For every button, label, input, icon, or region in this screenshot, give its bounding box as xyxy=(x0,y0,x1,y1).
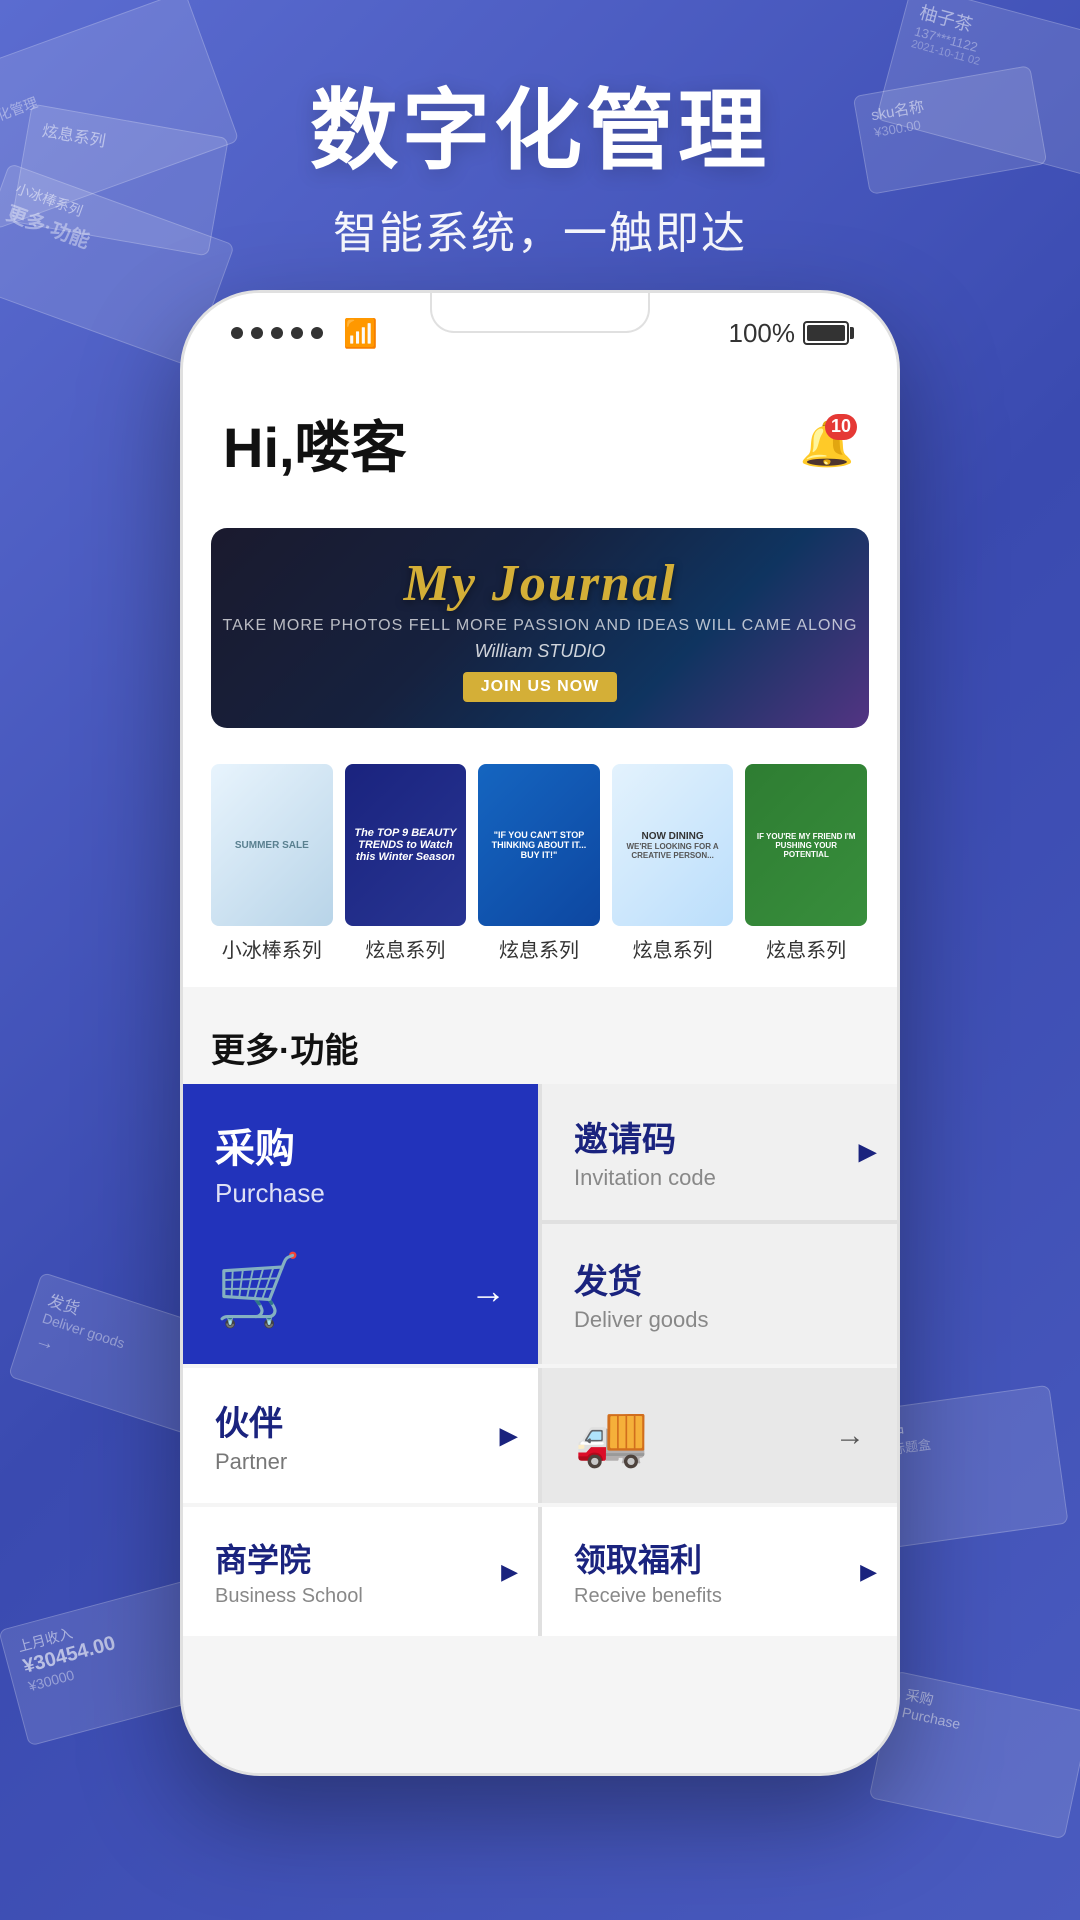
invitation-code-cell[interactable]: 邀请码 Invitation code ▶ xyxy=(542,1084,897,1220)
partner-row-grid: 伙伴 Partner ▶ 🚚 → xyxy=(183,1368,897,1503)
series-item-3[interactable]: "IF YOU CAN'T STOP THINKING ABOUT IT... … xyxy=(478,764,600,963)
cart-icon: 🛒 xyxy=(215,1250,302,1332)
more-features-section: 更多·功能 采购 Purchase 🛒 → xyxy=(183,1007,897,1636)
signal-dots xyxy=(231,327,323,339)
feature-main-grid: 采购 Purchase 🛒 → 邀请码 Invitation code ▶ xyxy=(183,1084,897,1364)
battery-indicator: 100% xyxy=(729,318,850,349)
hero-title: 数字化管理 xyxy=(0,60,1080,187)
purchase-zh-label: 采购 xyxy=(215,1116,506,1174)
series-thumb-2: The TOP 9 BEAUTY TRENDS to Watch this Wi… xyxy=(345,764,467,926)
series-thumb-1: SUMMER SALE xyxy=(211,764,333,926)
deliver-icon-cell[interactable]: 🚚 → xyxy=(542,1368,897,1503)
phone-mockup: 📶 100% Hi,喽客 🔔 10 xyxy=(180,290,900,1776)
deliver-cell[interactable]: 发货 Deliver goods xyxy=(542,1224,897,1365)
banner-tagline: TAKE MORE PHOTOS FELL MORE PASSION AND I… xyxy=(223,617,858,635)
hero-section: 数字化管理 智能系统，一触即达 xyxy=(0,60,1080,261)
truck-icon: 🚚 xyxy=(574,1400,649,1471)
series-grid: SUMMER SALE 小冰棒系列 The TOP 9 BEAUTY TREND… xyxy=(211,764,869,963)
purchase-en-label: Purchase xyxy=(215,1178,506,1209)
invitation-en-label: Invitation code xyxy=(574,1165,865,1191)
business-school-zh-label: 商学院 xyxy=(215,1535,506,1581)
purchase-cell[interactable]: 采购 Purchase 🛒 → xyxy=(183,1084,538,1364)
partner-arrow-icon: ▶ xyxy=(500,1421,518,1450)
business-school-en-label: Business School xyxy=(215,1585,506,1608)
battery-icon xyxy=(803,321,849,345)
invitation-zh-label: 邀请码 xyxy=(574,1112,865,1161)
business-school-arrow-icon: ▶ xyxy=(501,1559,518,1585)
partner-cell[interactable]: 伙伴 Partner ▶ xyxy=(183,1368,538,1503)
series-label-1: 小冰棒系列 xyxy=(222,934,322,963)
series-label-2: 炫息系列 xyxy=(365,934,445,963)
banner-cta-button[interactable]: JOIN US NOW xyxy=(463,672,618,702)
banner-title: My Journal xyxy=(404,554,677,613)
series-item-4[interactable]: NOW DINING WE'RE LOOKING FOR A CREATIVE … xyxy=(612,764,734,963)
phone-shell: 📶 100% Hi,喽客 🔔 10 xyxy=(180,290,900,1776)
battery-percent-label: 100% xyxy=(729,318,796,349)
partner-zh-label: 伙伴 xyxy=(215,1396,506,1445)
app-content: Hi,喽客 🔔 10 My Journal TAKE MORE PHOTOS F… xyxy=(183,373,897,1773)
series-item-1[interactable]: SUMMER SALE 小冰棒系列 xyxy=(211,764,333,963)
receive-benefits-arrow-icon: ▶ xyxy=(860,1559,877,1585)
receive-benefits-en-label: Receive benefits xyxy=(574,1585,865,1608)
phone-status-bar: 📶 100% xyxy=(183,293,897,373)
invitation-arrow-icon: ▶ xyxy=(859,1137,877,1166)
partner-en-label: Partner xyxy=(215,1449,506,1475)
series-thumb-4: NOW DINING WE'RE LOOKING FOR A CREATIVE … xyxy=(612,764,734,926)
series-item-2[interactable]: The TOP 9 BEAUTY TRENDS to Watch this Wi… xyxy=(345,764,467,963)
purchase-arrow-icon: → xyxy=(470,1270,506,1312)
hero-subtitle: 智能系统，一触即达 xyxy=(0,197,1080,261)
receive-benefits-zh-label: 领取福利 xyxy=(574,1535,865,1581)
deliver-arrow-icon: → xyxy=(835,1419,865,1453)
series-item-5[interactable]: IF YOU'RE MY FRIEND I'M PUSHING YOUR POT… xyxy=(745,764,867,963)
greeting-text: Hi,喽客 xyxy=(223,403,407,484)
more-title: 更多·功能 xyxy=(183,1007,897,1084)
purchase-bottom: 🛒 → xyxy=(215,1250,506,1332)
banner-image[interactable]: My Journal TAKE MORE PHOTOS FELL MORE PA… xyxy=(211,528,869,728)
phone-notch xyxy=(430,293,650,333)
series-thumb-5: IF YOU'RE MY FRIEND I'M PUSHING YOUR POT… xyxy=(745,764,867,926)
series-thumb-3: "IF YOU CAN'T STOP THINKING ABOUT IT... … xyxy=(478,764,600,926)
wifi-icon: 📶 xyxy=(343,317,378,350)
app-header: Hi,喽客 🔔 10 xyxy=(183,373,897,508)
business-school-cell[interactable]: 商学院 Business School ▶ xyxy=(183,1507,538,1636)
deliver-en-label: Deliver goods xyxy=(574,1307,865,1333)
deliver-zh-label: 发货 xyxy=(574,1254,865,1303)
series-label-5: 炫息系列 xyxy=(766,934,846,963)
purchase-text: 采购 Purchase xyxy=(215,1116,506,1209)
series-label-4: 炫息系列 xyxy=(633,934,713,963)
series-section: SUMMER SALE 小冰棒系列 The TOP 9 BEAUTY TREND… xyxy=(183,744,897,987)
receive-benefits-cell[interactable]: 领取福利 Receive benefits ▶ xyxy=(542,1507,897,1636)
banner-section: My Journal TAKE MORE PHOTOS FELL MORE PA… xyxy=(183,508,897,744)
notification-badge: 10 xyxy=(825,414,857,440)
series-label-3: 炫息系列 xyxy=(499,934,579,963)
banner-studio: William STUDIO xyxy=(475,641,606,662)
notification-button[interactable]: 🔔 10 xyxy=(797,414,857,474)
bottom-features-grid: 商学院 Business School ▶ 领取福利 Receive benef… xyxy=(183,1507,897,1636)
